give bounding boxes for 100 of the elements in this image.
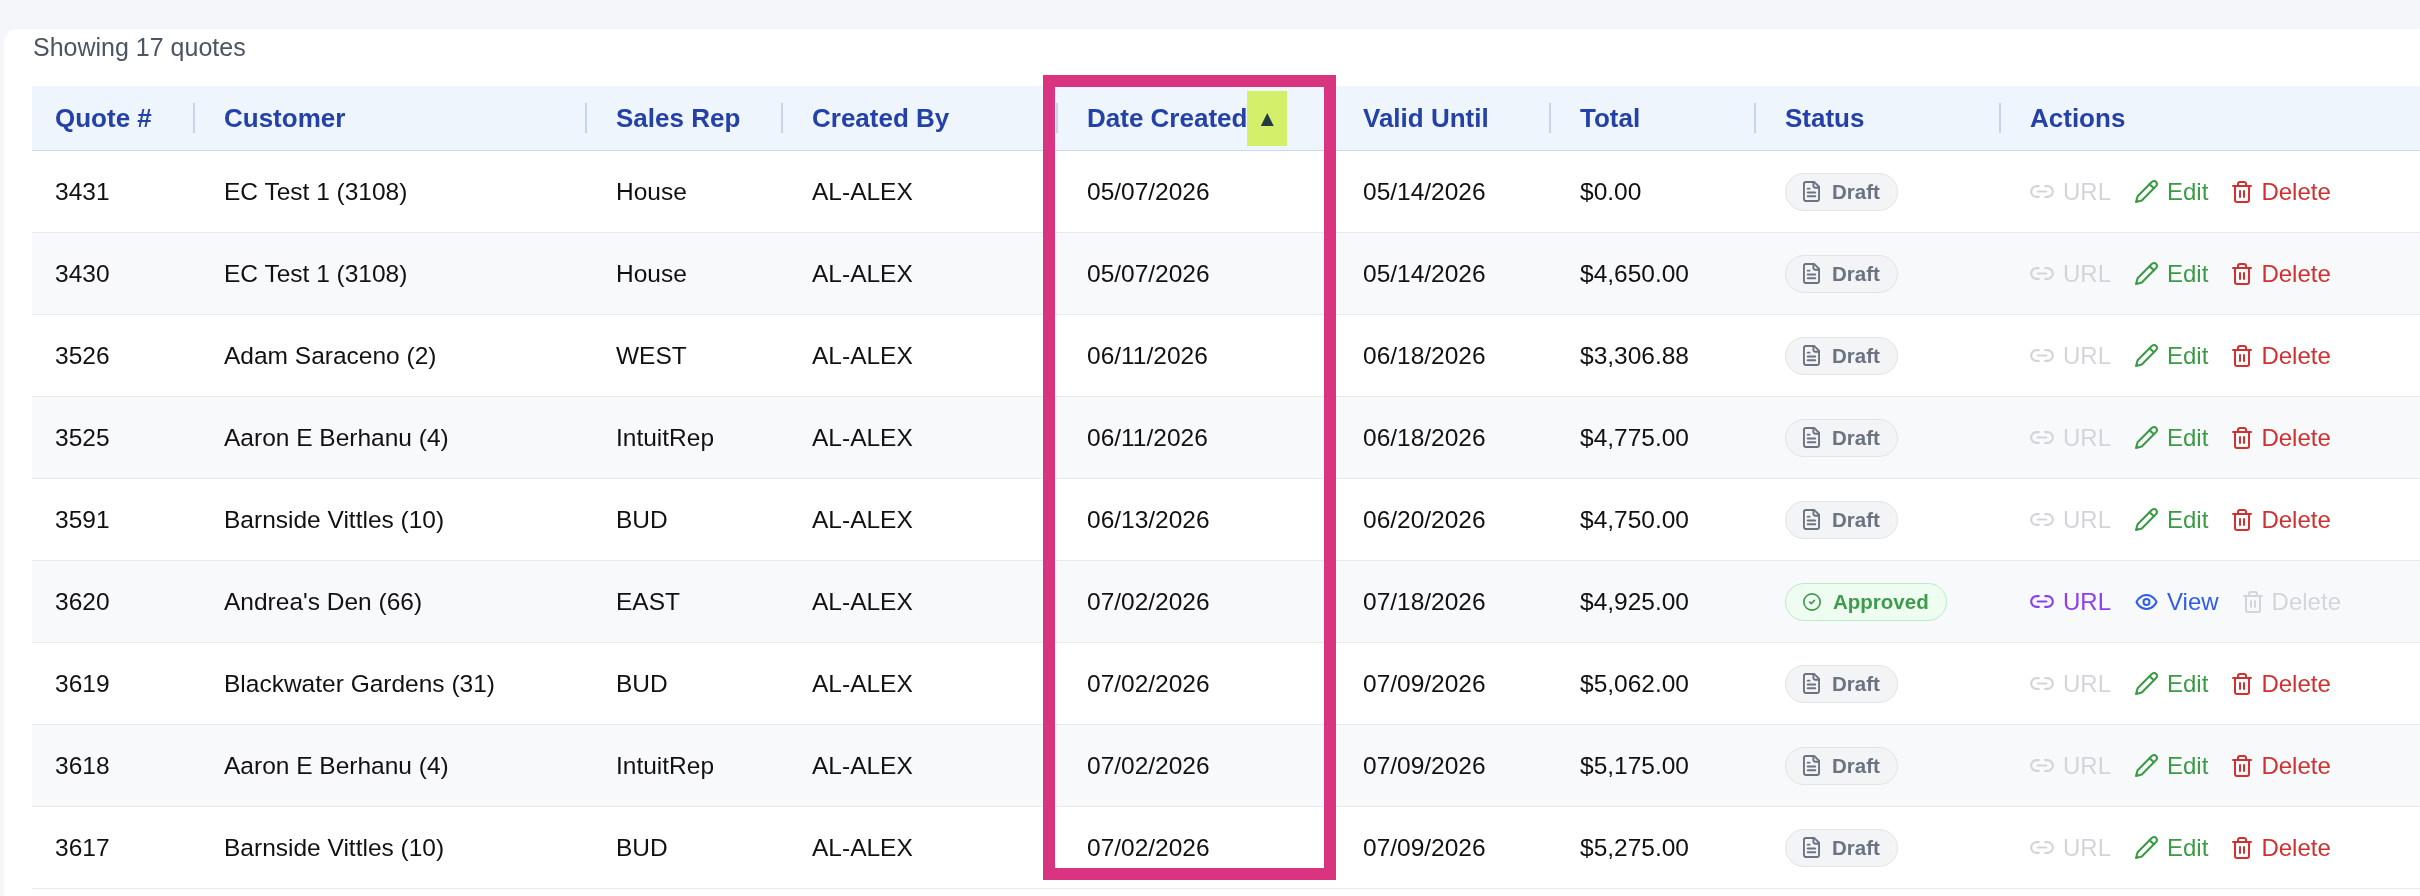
link-icon: [2030, 595, 2054, 608]
table-cell-text: 3525: [54, 423, 111, 452]
table-cell-text: 06/20/2026: [1362, 505, 1487, 534]
table-cell-text: 3618: [54, 751, 111, 780]
document-icon: [1803, 427, 1820, 448]
column-header[interactable]: Sales Rep: [585, 86, 781, 150]
column-header[interactable]: Customer: [193, 86, 585, 150]
table-cell-text: EAST: [615, 587, 681, 616]
delete-button[interactable]: Delete: [2232, 751, 2331, 780]
status-badge: Draft: [1785, 254, 1898, 293]
link-icon: [2030, 677, 2054, 690]
table-cell-text: AL-ALEX: [811, 751, 914, 780]
trash-icon: [2242, 590, 2263, 613]
table-cell-text: 3619: [54, 669, 111, 698]
table-cell-text: $4,775.00: [1579, 423, 1690, 452]
link-icon: [2030, 759, 2054, 772]
table-cell-text: BUD: [615, 505, 669, 534]
edit-button[interactable]: Edit: [2135, 833, 2209, 862]
table-cell-text: Aaron E Berhanu (4): [223, 423, 450, 452]
table-cell-text: Barnside Vittles (10): [223, 505, 446, 534]
table-cell-text: AL-ALEX: [811, 341, 914, 370]
pencil-icon: [2135, 672, 2158, 695]
link-icon: [2030, 431, 2054, 444]
url-button[interactable]: URL: [2030, 587, 2111, 616]
table-cell-text: AL-ALEX: [811, 259, 914, 288]
table-cell-text: BUD: [615, 833, 669, 862]
table-cell-text: 05/07/2026: [1086, 177, 1211, 206]
table-cell-text: 06/11/2026: [1086, 423, 1209, 452]
link-icon: [2030, 349, 2054, 362]
edit-button[interactable]: Edit: [2135, 505, 2209, 534]
table-cell-text: $5,062.00: [1579, 669, 1690, 698]
table-cell-text: 05/07/2026: [1086, 259, 1211, 288]
delete-button[interactable]: Delete: [2232, 177, 2331, 206]
document-icon: [1803, 755, 1820, 776]
delete-button[interactable]: Delete: [2232, 505, 2331, 534]
pencil-icon: [2135, 426, 2158, 449]
table-cell-text: $4,650.00: [1579, 259, 1690, 288]
table-cell-text: 3620: [54, 587, 111, 616]
table-cell-text: EC Test 1 (3108): [223, 177, 409, 206]
table-cell-text: 07/02/2026: [1086, 587, 1211, 616]
delete-button[interactable]: Delete: [2232, 423, 2331, 452]
table-cell-text: 3591: [54, 505, 111, 534]
table-cell-text: $5,175.00: [1579, 751, 1690, 780]
table-cell-text: Barnside Vittles (10): [223, 833, 446, 862]
table-cell-text: House: [615, 177, 688, 206]
column-header[interactable]: Quote #: [32, 86, 193, 150]
table-cell-text: BUD: [615, 669, 669, 698]
edit-button[interactable]: Edit: [2135, 177, 2209, 206]
status-badge: Draft: [1785, 664, 1898, 703]
table-cell-text: AL-ALEX: [811, 505, 914, 534]
table-cell-text: $4,750.00: [1579, 505, 1690, 534]
table-cell-text: Blackwater Gardens (31): [223, 669, 496, 698]
delete-button[interactable]: Delete: [2232, 833, 2331, 862]
table-cell-text: AL-ALEX: [811, 177, 914, 206]
link-icon: [2030, 513, 2054, 526]
table-cell-text: IntuitRep: [615, 423, 716, 452]
table-cell-text: IntuitRep: [615, 751, 716, 780]
link-icon: [2030, 267, 2054, 280]
column-header[interactable]: Actions: [1999, 86, 2420, 150]
trash-icon: [2232, 836, 2253, 859]
table-cell-text: Andrea's Den (66): [223, 587, 424, 616]
table-cell-text: 06/18/2026: [1362, 423, 1487, 452]
results-count: Showing 17 quotes: [33, 32, 246, 62]
edit-button[interactable]: Edit: [2135, 341, 2209, 370]
pencil-icon: [2135, 836, 2158, 859]
table-cell-text: EC Test 1 (3108): [223, 259, 409, 288]
table-cell-text: 07/18/2026: [1362, 587, 1487, 616]
trash-icon: [2232, 344, 2253, 367]
edit-button[interactable]: Edit: [2135, 669, 2209, 698]
column-header[interactable]: Created By: [781, 86, 1056, 150]
delete-button[interactable]: Delete: [2232, 669, 2331, 698]
status-badge: Draft: [1785, 828, 1898, 867]
check-circle-icon: [1803, 592, 1821, 611]
pencil-icon: [2135, 180, 2158, 203]
table-cell-text: 07/02/2026: [1086, 833, 1211, 862]
edit-button[interactable]: Edit: [2135, 259, 2209, 288]
edit-button[interactable]: Edit: [2135, 751, 2209, 780]
table-cell-text: 07/02/2026: [1086, 751, 1211, 780]
table-cell-text: $4,925.00: [1579, 587, 1690, 616]
table-cell-text: 06/13/2026: [1086, 505, 1211, 534]
column-header[interactable]: Status: [1754, 86, 1999, 150]
table-cell-text: $5,275.00: [1579, 833, 1690, 862]
column-header[interactable]: Total: [1549, 86, 1754, 150]
delete-button[interactable]: Delete: [2232, 341, 2331, 370]
status-badge: Approved: [1785, 582, 1947, 621]
status-badge: Draft: [1785, 418, 1898, 457]
table-cell-text: 3430: [54, 259, 111, 288]
edit-button[interactable]: Edit: [2135, 423, 2209, 452]
column-header[interactable]: Valid Until: [1332, 86, 1549, 150]
column-header[interactable]: Date Created ▲: [1056, 86, 1332, 150]
link-icon: [2030, 841, 2054, 854]
table-cell-text: $0.00: [1579, 177, 1643, 206]
trash-icon: [2232, 180, 2253, 203]
table-cell-text: 06/18/2026: [1362, 341, 1487, 370]
delete-button[interactable]: Delete: [2232, 259, 2331, 288]
view-button[interactable]: View: [2135, 587, 2219, 616]
pencil-icon: [2135, 754, 2158, 777]
table-cell-text: 05/14/2026: [1362, 177, 1487, 206]
table-cell-text: 06/11/2026: [1086, 341, 1209, 370]
status-badge: Draft: [1785, 336, 1898, 375]
